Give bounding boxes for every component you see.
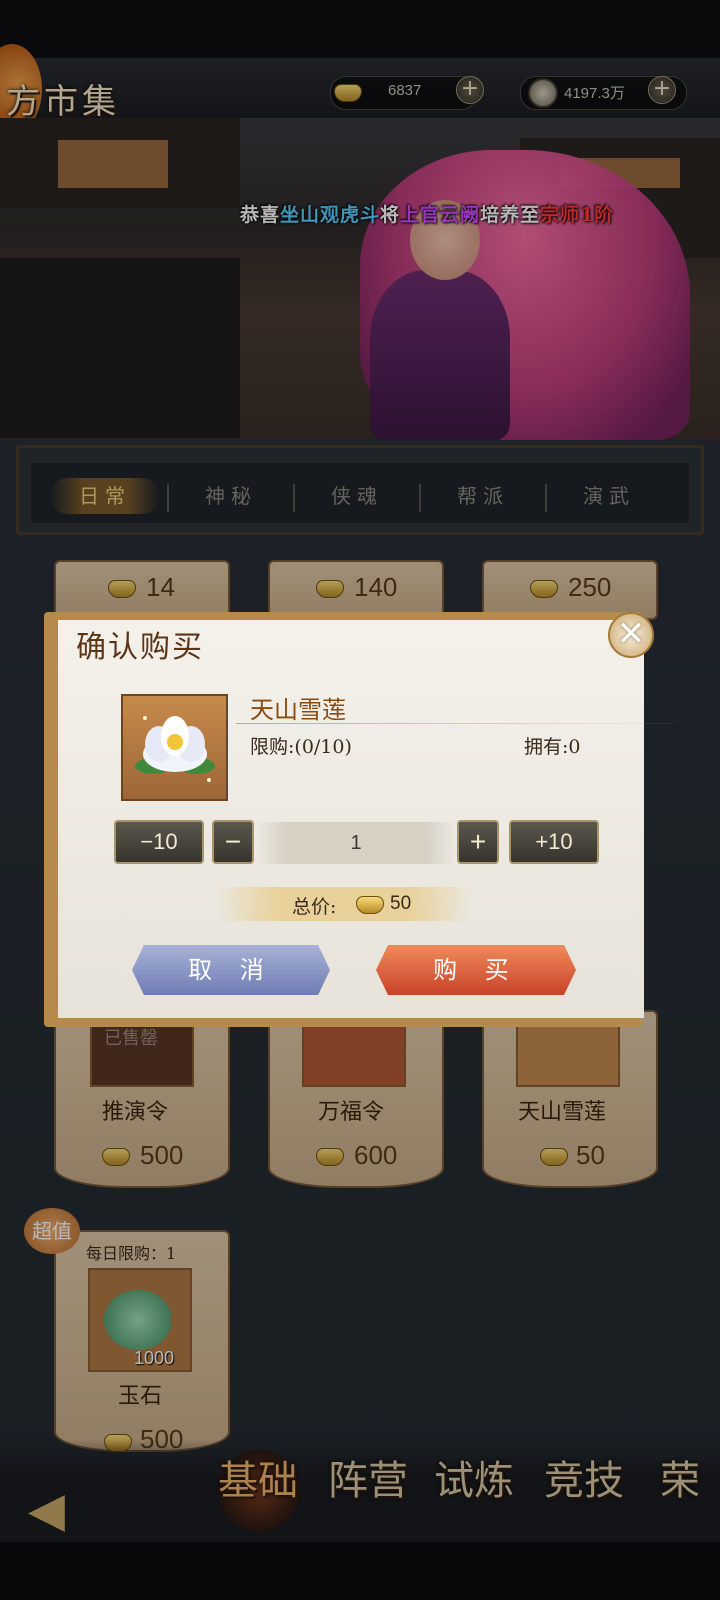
divider [236, 723, 706, 724]
minus-10-button[interactable]: −10 [114, 820, 204, 864]
owned-count: 拥有:0 [524, 736, 581, 758]
buy-button[interactable]: 购 买 [376, 945, 576, 995]
item-icon-frame [121, 694, 228, 801]
plus-10-button[interactable]: +10 [509, 820, 599, 864]
snow-lotus-icon [135, 716, 215, 782]
quantity-field[interactable]: 1 [256, 822, 456, 864]
minus-button[interactable]: − [212, 820, 254, 864]
cancel-button[interactable]: 取 消 [132, 945, 330, 995]
total-label: 总价: [292, 896, 337, 918]
close-button[interactable]: ✕ [608, 612, 654, 658]
total-value: 50 [390, 893, 412, 914]
total-price-bar [216, 887, 472, 921]
dialog-title: 确认购买 [76, 630, 204, 665]
purchase-limit: 限购:(0/10) [250, 736, 352, 758]
ingot-icon [356, 896, 384, 914]
plus-button[interactable]: + [457, 820, 499, 864]
item-name: 天山雪莲 [250, 696, 346, 724]
